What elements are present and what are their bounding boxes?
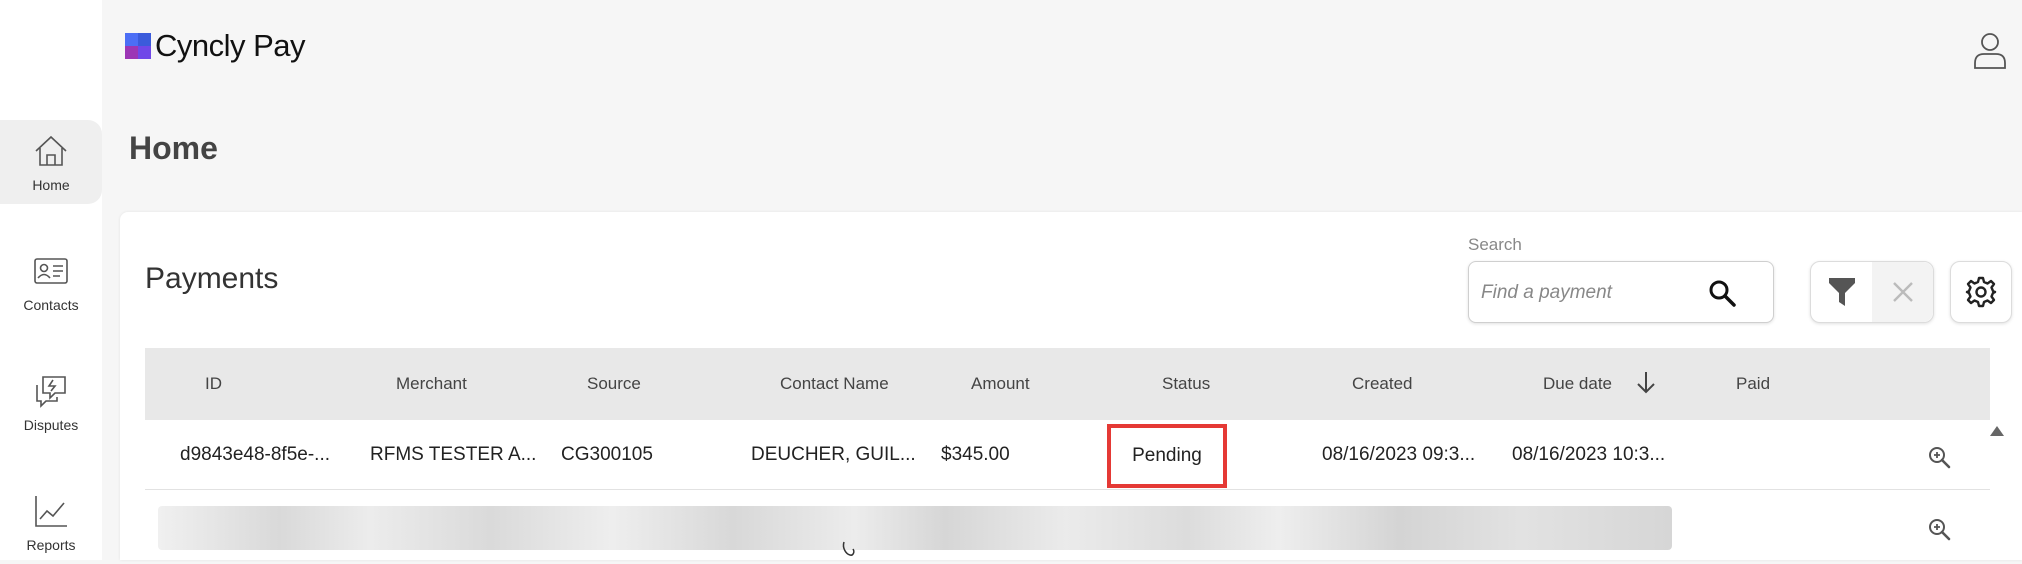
sidebar-item-reports[interactable]: Reports xyxy=(0,480,102,564)
column-header-created[interactable]: Created xyxy=(1352,348,1412,420)
column-header-status[interactable]: Status xyxy=(1162,348,1210,420)
search-label: Search xyxy=(1468,235,1522,254)
cell-contact-name: DEUCHER, GUIL... xyxy=(751,444,916,465)
app-name: Cyncly Pay xyxy=(155,28,306,63)
blurred-table-row[interactable] xyxy=(158,506,1672,550)
page-title: Home xyxy=(129,130,218,166)
funnel-icon xyxy=(1828,278,1855,306)
scroll-up-arrow[interactable] xyxy=(1990,426,2004,436)
column-header-merchant[interactable]: Merchant xyxy=(396,348,467,420)
gear-icon xyxy=(1965,276,1997,308)
mouse-cursor-icon xyxy=(842,541,855,556)
column-header-amount[interactable]: Amount xyxy=(971,348,1030,420)
status-text: Pending xyxy=(1132,445,1202,466)
column-header-due-date[interactable]: Due date xyxy=(1543,348,1612,420)
sort-descending-icon[interactable] xyxy=(1635,370,1657,396)
sidebar-item-label: Reports xyxy=(26,537,76,553)
cell-created: 08/16/2023 09:3... xyxy=(1322,444,1476,465)
cell-id: d9843e48-8f5e-... xyxy=(180,444,331,465)
search-icon[interactable] xyxy=(1707,278,1737,308)
filter-button[interactable] xyxy=(1811,262,1872,322)
sidebar: Home Contacts Disputes Reports xyxy=(0,0,102,560)
sidebar-item-contacts[interactable]: Contacts xyxy=(0,240,102,324)
table-header: ID Merchant Source Contact Name Amount S… xyxy=(145,348,1990,420)
cell-source: CG300105 xyxy=(561,444,653,465)
cell-merchant: RFMS TESTER A... xyxy=(370,444,537,465)
sidebar-item-disputes[interactable]: Disputes xyxy=(0,360,102,444)
clear-filter-button[interactable] xyxy=(1872,262,1933,322)
column-header-paid[interactable]: Paid xyxy=(1736,348,1770,420)
sidebar-item-label: Disputes xyxy=(23,417,79,433)
app-logo[interactable]: Cyncly Pay xyxy=(125,28,306,64)
cell-due-date: 08/16/2023 10:3... xyxy=(1512,444,1666,465)
search-field xyxy=(1468,261,1774,323)
disputes-icon xyxy=(36,376,66,408)
column-header-source[interactable]: Source xyxy=(587,348,641,420)
payments-title: Payments xyxy=(145,262,279,295)
sidebar-item-label: Home xyxy=(32,177,70,193)
sidebar-item-home[interactable]: Home xyxy=(0,120,102,204)
column-header-id[interactable]: ID xyxy=(205,348,222,420)
search-input[interactable] xyxy=(1481,278,1701,308)
status-badge: Pending xyxy=(1107,424,1227,488)
column-header-contact-name[interactable]: Contact Name xyxy=(780,348,889,420)
zoom-in-icon[interactable] xyxy=(1926,516,1952,542)
cell-amount: $345.00 xyxy=(941,444,1010,465)
logo-mark-icon xyxy=(125,33,151,59)
table-row[interactable]: d9843e48-8f5e-... RFMS TESTER A... CG300… xyxy=(145,420,1990,490)
sidebar-item-label: Contacts xyxy=(23,297,79,313)
home-icon xyxy=(35,135,67,166)
settings-button[interactable] xyxy=(1950,261,2012,323)
close-icon xyxy=(1892,282,1913,302)
chart-line-icon xyxy=(35,496,67,527)
contact-card-icon xyxy=(34,258,68,284)
filter-controls xyxy=(1810,261,1934,323)
zoom-in-icon[interactable] xyxy=(1926,444,1952,470)
user-icon[interactable] xyxy=(1972,30,2008,70)
